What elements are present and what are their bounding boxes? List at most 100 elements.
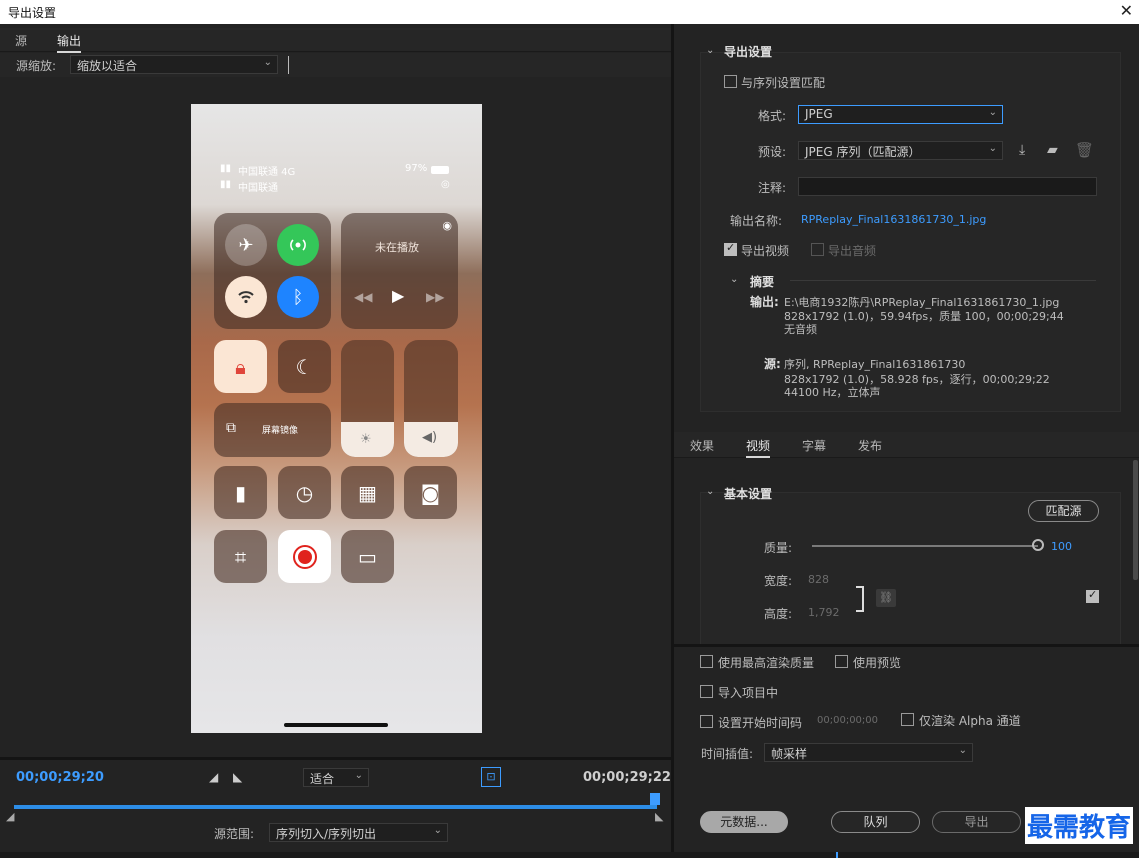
import-project-checkbox[interactable] (700, 685, 713, 698)
link-icon[interactable]: ⛓ (876, 589, 896, 607)
timeline-track[interactable] (14, 805, 657, 809)
connectivity-block: ✈ ᛒ (214, 213, 331, 329)
location-icon: ◎ (441, 179, 450, 190)
height-label: 高度: (764, 607, 793, 621)
set-out-point-icon[interactable]: ◣ (233, 770, 242, 784)
import-preset-icon[interactable]: ▰ (1047, 142, 1058, 158)
playhead-handle[interactable] (650, 793, 660, 805)
quality-slider-track[interactable] (812, 545, 1038, 547)
flashlight-icon[interactable]: ▮ (214, 466, 267, 519)
source-range-select[interactable]: 序列切入/序列切出 ⌄ (269, 823, 448, 842)
max-render-checkbox[interactable] (700, 655, 713, 668)
output-name-label: 输出名称: (730, 214, 783, 228)
title-bar: 导出设置 ✕ (0, 0, 1139, 24)
quality-slider-handle[interactable] (1032, 539, 1044, 551)
qr-scanner-icon[interactable]: ⌗ (214, 530, 267, 583)
preset-label: 预设: (758, 145, 787, 159)
timer-icon[interactable]: ◷ (278, 466, 331, 519)
camera-icon[interactable]: ◙ (404, 466, 457, 519)
carrier-1: 中国联通 4G (238, 167, 296, 178)
close-icon[interactable]: ✕ (1120, 1, 1133, 20)
chevron-down-icon: ⌄ (433, 825, 442, 836)
cellular-icon[interactable] (277, 224, 319, 266)
preset-select[interactable]: JPEG 序列（匹配源） ⌄ (798, 141, 1003, 160)
comment-field[interactable] (798, 177, 1097, 196)
basic-settings-title: 基本设置 (724, 487, 773, 501)
carrier-2: 中国联通 (238, 183, 278, 194)
screen-record-icon[interactable] (278, 530, 331, 583)
left-tab-bar: 源 输出 (0, 28, 671, 53)
source-range-value: 序列切入/序列切出 (276, 827, 377, 841)
rotation-lock-icon[interactable]: 🔒︎ (214, 340, 267, 393)
delete-preset-icon[interactable]: 🗑︎ (1075, 141, 1094, 159)
time-interp-label: 时间插值: (701, 747, 754, 761)
match-sequence-label: 与序列设置匹配 (741, 76, 826, 90)
export-video-checkbox[interactable] (724, 241, 737, 256)
calculator-icon[interactable]: ▦ (341, 466, 394, 519)
save-preset-icon[interactable]: ⤓ (1019, 142, 1025, 158)
quality-value[interactable]: 100 (1051, 540, 1072, 553)
wifi-icon[interactable] (225, 276, 267, 318)
now-playing-block: ◉ 未在播放 ◀◀ ▶ ▶▶ (341, 213, 458, 329)
chevron-down-icon[interactable]: ⌄ (706, 45, 714, 56)
divider (790, 280, 1096, 281)
aspect-correction-icon[interactable]: ⊡ (481, 767, 501, 787)
alpha-only-label: 仅渲染 Alpha 通道 (919, 714, 1021, 728)
bluetooth-icon[interactable]: ᛒ (277, 276, 319, 318)
set-timecode-checkbox[interactable] (700, 715, 713, 728)
use-preview-checkbox[interactable] (835, 655, 848, 668)
tab-effects[interactable]: 效果 (690, 437, 714, 454)
queue-button[interactable]: 队列 (831, 811, 920, 833)
alpha-only-checkbox[interactable] (901, 713, 914, 726)
time-interp-select[interactable]: 帧采样 ⌄ (764, 743, 973, 762)
tab-video[interactable]: 视频 (746, 437, 771, 458)
match-source-button[interactable]: 匹配源 (1028, 500, 1099, 522)
play-icon[interactable]: ▶ (392, 286, 404, 305)
timecode-value[interactable]: 00;00;00;00 (817, 715, 878, 726)
width-label: 宽度: (764, 574, 793, 588)
divider (288, 56, 289, 74)
in-marker-icon[interactable]: ◢ (6, 810, 14, 823)
tab-publish[interactable]: 发布 (858, 437, 882, 454)
in-point-time[interactable]: 00;00;29;20 (16, 770, 104, 785)
format-select[interactable]: JPEG ⌄ (798, 105, 1003, 124)
height-value[interactable]: 1,792 (808, 606, 840, 619)
volume-slider[interactable]: ◀) (404, 340, 458, 457)
width-value[interactable]: 828 (808, 573, 829, 586)
max-render-label: 使用最高渲染质量 (718, 656, 815, 670)
scrollbar[interactable] (1133, 460, 1138, 580)
next-icon[interactable]: ▶▶ (426, 290, 444, 304)
low-power-icon[interactable]: ▭ (341, 530, 394, 583)
size-override-checkbox[interactable] (1086, 588, 1099, 603)
summary-source-line: 序列, RPReplay_Final1631861730 (784, 358, 966, 371)
airplane-icon[interactable]: ✈ (225, 224, 267, 266)
do-not-disturb-icon[interactable]: ☾ (278, 340, 331, 393)
source-zoom-label: 源缩放: (16, 59, 57, 73)
screen-mirror-button[interactable]: ⧉ 屏幕镜像 (214, 403, 331, 457)
brightness-icon: ☀ (360, 432, 372, 447)
tab-output[interactable]: 输出 (57, 32, 82, 53)
match-sequence-checkbox[interactable] (724, 75, 737, 88)
window-title: 导出设置 (8, 6, 57, 20)
chevron-down-icon[interactable]: ⌄ (706, 486, 714, 497)
tab-source[interactable]: 源 (15, 32, 27, 49)
export-video-label: 导出视频 (741, 244, 790, 258)
summary-source-key: 源: (764, 357, 781, 371)
brightness-slider[interactable]: ☀ (341, 340, 394, 457)
tab-captions[interactable]: 字幕 (802, 437, 826, 454)
link-bracket (856, 586, 864, 612)
output-name-link[interactable]: RPReplay_Final1631861730_1.jpg (801, 213, 986, 226)
chevron-down-icon: ⌄ (354, 770, 363, 781)
preset-value: JPEG 序列（匹配源） (805, 145, 921, 159)
out-marker-icon[interactable]: ◣ (655, 810, 663, 823)
export-audio-checkbox[interactable] (811, 243, 824, 256)
out-point-time[interactable]: 00;00;29;22 (583, 770, 671, 785)
export-button[interactable]: 导出 (932, 811, 1021, 833)
airplay-icon[interactable]: ◉ (442, 219, 452, 232)
fit-select[interactable]: 适合 ⌄ (303, 768, 369, 787)
chevron-down-icon[interactable]: ⌄ (730, 274, 738, 285)
previous-icon[interactable]: ◀◀ (354, 290, 372, 304)
set-in-point-icon[interactable]: ◢ (209, 770, 218, 784)
metadata-button[interactable]: 元数据... (700, 811, 788, 833)
source-zoom-select[interactable]: 缩放以适合 ⌄ (70, 55, 278, 74)
